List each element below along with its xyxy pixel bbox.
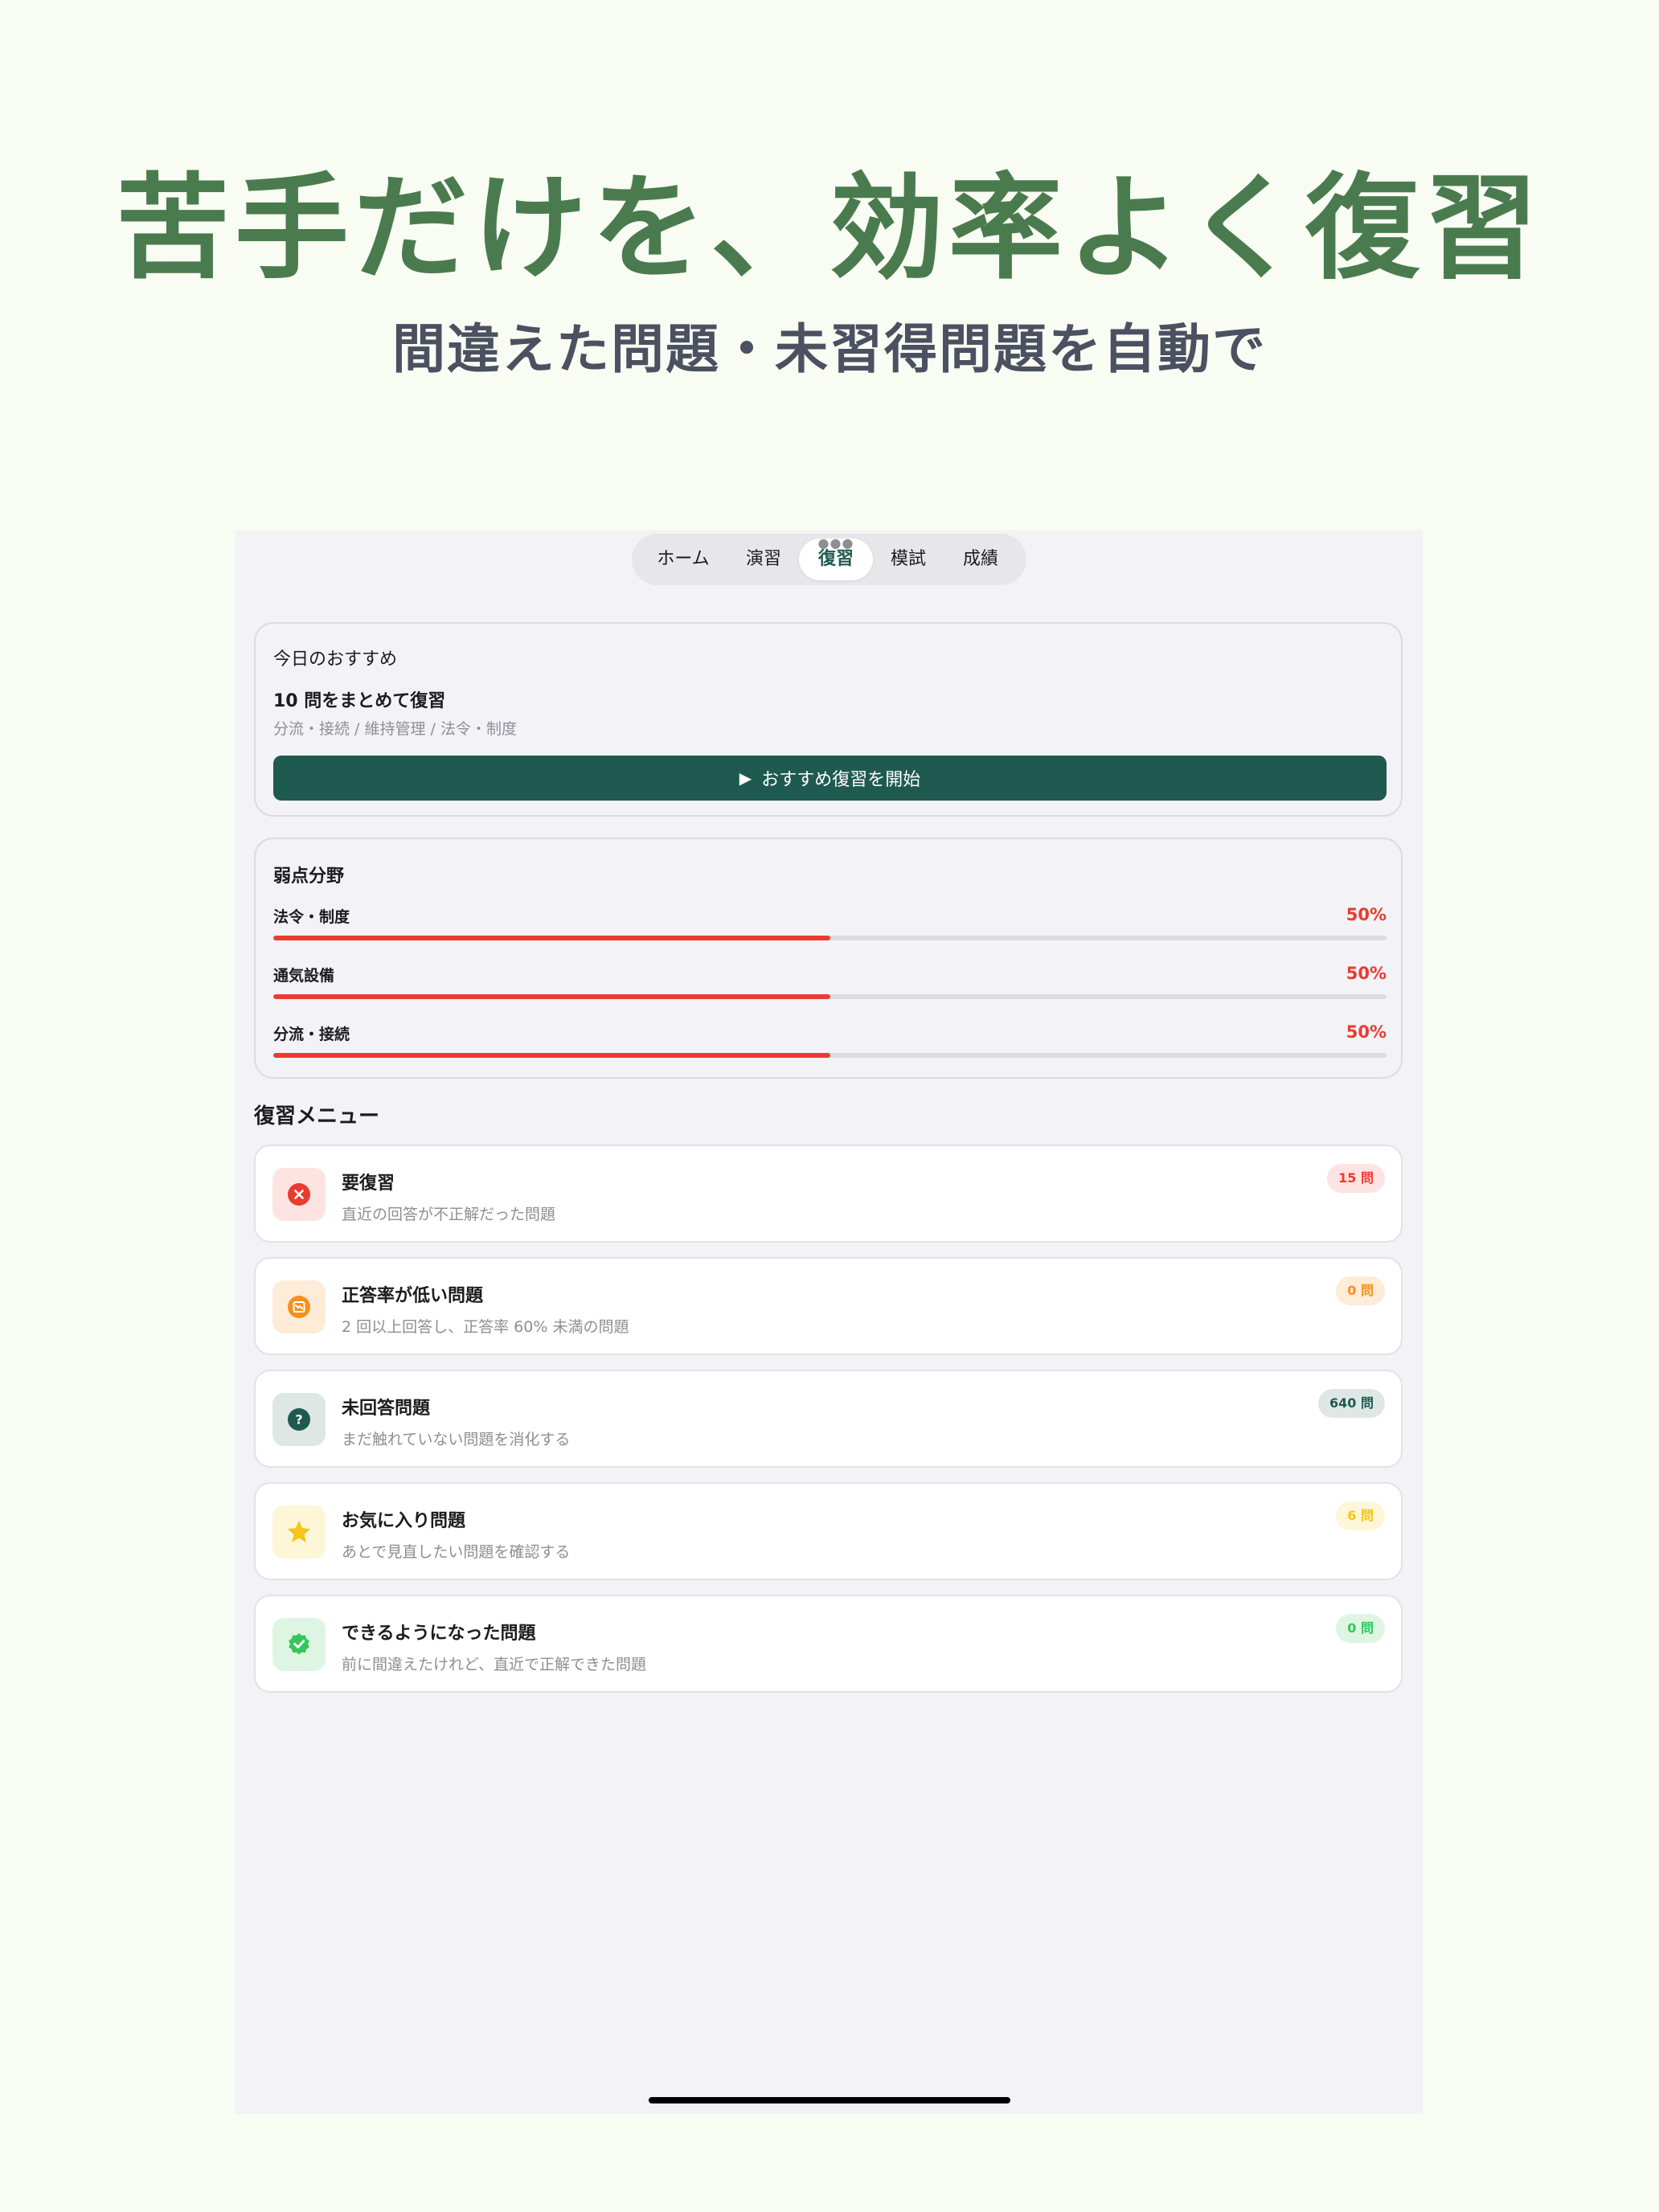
menu-item-desc: あとで見直したい問題を確認する <box>342 1543 571 1561</box>
progress-fill <box>273 936 830 940</box>
tab-review[interactable]: ●●● 復習 <box>799 535 873 580</box>
play-icon: ▶ <box>739 768 752 788</box>
hero-title: 苦手だけを、効率よく復習 <box>116 162 1543 295</box>
weak-area-percent: 50% <box>1346 905 1387 924</box>
menu-item-title: お気に入り問題 <box>342 1511 466 1531</box>
recommend-title: 今日のおすすめ <box>273 649 398 670</box>
chart-down-icon <box>272 1280 326 1333</box>
progress-fill <box>273 1053 830 1058</box>
tab-home[interactable]: ホーム <box>643 539 723 580</box>
tab-bar: ホーム 演習 ●●● 復習 模試 成績 <box>632 534 1026 585</box>
progress-fill <box>273 994 830 999</box>
progress-track <box>273 936 1387 940</box>
weak-area-name: 法令・制度 <box>273 908 350 926</box>
menu-item-unanswered[interactable]: ? 未回答問題 まだ触れていない問題を消化する 640 問 <box>254 1370 1403 1468</box>
menu-item-favorites[interactable]: お気に入り問題 あとで見直したい問題を確認する 6 問 <box>254 1482 1403 1580</box>
menu-item-title: 要復習 <box>342 1174 395 1194</box>
menu-item-mastered[interactable]: できるようになった問題 前に間違えたけれど、直近で正解できた問題 0 問 <box>254 1595 1403 1693</box>
weak-area-name: 通気設備 <box>273 967 335 985</box>
progress-track <box>273 994 1387 999</box>
weak-areas-card: 弱点分野 法令・制度 50% 通気設備 50% 分流・接続 50% <box>254 838 1403 1079</box>
start-recommended-review-button[interactable]: ▶ おすすめ復習を開始 <box>273 756 1387 801</box>
menu-item-title: できるようになった問題 <box>342 1624 536 1644</box>
weak-area-percent: 50% <box>1346 964 1387 983</box>
menu-item-desc: 直近の回答が不正解だった問題 <box>342 1206 556 1223</box>
menu-item-desc: まだ触れていない問題を消化する <box>342 1431 571 1448</box>
tab-mock-exam[interactable]: 模試 <box>879 539 937 580</box>
tab-review-label: 復習 <box>817 549 854 569</box>
count-badge: 640 問 <box>1318 1389 1385 1418</box>
progress-track <box>273 1053 1387 1058</box>
tab-practice[interactable]: 演習 <box>735 539 793 580</box>
count-badge: 6 問 <box>1336 1501 1385 1530</box>
app-screen: ホーム 演習 ●●● 復習 模試 成績 今日のおすすめ 10 問をまとめて復習 … <box>236 530 1423 2114</box>
hero-subtitle: 間違えた問題・未習得問題を自動で <box>392 318 1267 380</box>
count-badge: 0 問 <box>1336 1276 1385 1305</box>
menu-item-low-accuracy[interactable]: 正答率が低い問題 2 回以上回答し、正答率 60% 未満の問題 0 問 <box>254 1257 1403 1355</box>
check-seal-icon <box>272 1618 326 1671</box>
question-circle-icon: ? <box>272 1393 326 1446</box>
count-badge: 15 問 <box>1327 1164 1385 1193</box>
star-icon <box>272 1505 326 1559</box>
weak-areas-title: 弱点分野 <box>273 866 345 887</box>
more-dots-icon: ●●● <box>817 535 854 551</box>
weak-area-row: 通気設備 50% <box>273 964 1387 1002</box>
menu-item-title: 正答率が低い問題 <box>342 1286 484 1306</box>
recommend-headline: 10 問をまとめて復習 <box>273 691 446 711</box>
recommend-card: 今日のおすすめ 10 問をまとめて復習 分流・接続 / 維持管理 / 法令・制度… <box>254 622 1403 817</box>
home-indicator[interactable] <box>649 2097 1010 2103</box>
weak-area-row: 法令・制度 50% <box>273 905 1387 944</box>
menu-item-desc: 前に間違えたけれど、直近で正解できた問題 <box>342 1656 647 1673</box>
weak-area-row: 分流・接続 50% <box>273 1022 1387 1061</box>
review-menu-heading: 復習メニュー <box>254 1104 380 1129</box>
weak-area-name: 分流・接続 <box>273 1026 350 1043</box>
svg-text:?: ? <box>295 1412 302 1428</box>
menu-item-desc: 2 回以上回答し、正答率 60% 未満の問題 <box>342 1318 629 1336</box>
weak-area-percent: 50% <box>1346 1022 1387 1042</box>
menu-item-needs-review[interactable]: 要復習 直近の回答が不正解だった問題 15 問 <box>254 1145 1403 1243</box>
x-circle-icon <box>272 1168 326 1221</box>
recommend-categories: 分流・接続 / 維持管理 / 法令・制度 <box>273 720 517 738</box>
count-badge: 0 問 <box>1336 1614 1385 1643</box>
menu-item-title: 未回答問題 <box>342 1399 431 1419</box>
start-button-label: おすすめ復習を開始 <box>761 770 921 790</box>
tab-results[interactable]: 成績 <box>948 539 1013 580</box>
